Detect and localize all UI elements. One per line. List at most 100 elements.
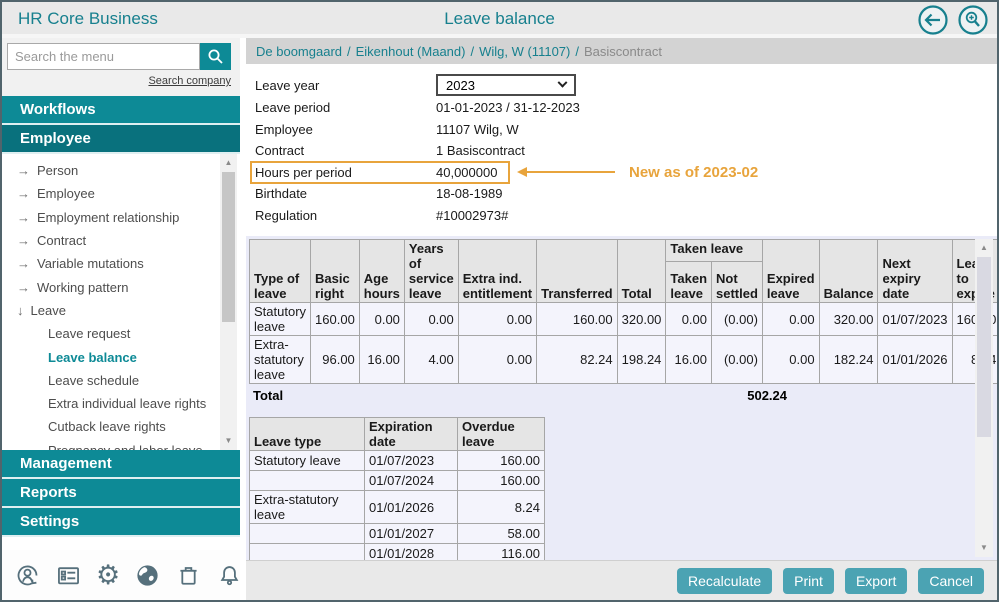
birthdate-label: Birthdate: [255, 186, 436, 201]
sidebar-section-workflows[interactable]: Workflows: [2, 96, 240, 125]
breadcrumb-separator: /: [347, 44, 351, 59]
cell: 160.00: [458, 451, 545, 471]
cell: 320.00: [819, 303, 878, 336]
scroll-up-icon[interactable]: ▲: [975, 241, 993, 255]
table-row: 01/01/2028 116.00: [250, 544, 545, 561]
globe-icon[interactable]: [134, 561, 161, 589]
cell: Extra-statutory leave: [250, 491, 365, 524]
cell: Statutory leave: [250, 451, 365, 471]
sidebar-section-settings[interactable]: Settings: [2, 508, 240, 537]
sidebar-item-contract[interactable]: → Contract: [2, 229, 240, 252]
table-row: Extra-statutory leave 01/01/2026 8.24: [250, 491, 545, 524]
sidebar-item-leave-request[interactable]: Leave request: [2, 322, 240, 345]
hours-per-period-value: 40,000000: [436, 165, 497, 180]
column-header: Basic right: [311, 240, 360, 303]
breadcrumb-link-company[interactable]: De boomgaard: [256, 44, 342, 59]
trash-icon[interactable]: [175, 561, 202, 589]
bell-icon[interactable]: [216, 561, 243, 589]
sidebar-item-employment-relationship[interactable]: →Employment relationship: [2, 206, 240, 229]
column-header: Overdue leave: [458, 418, 545, 451]
magnifier-plus-icon: [957, 4, 989, 36]
sidebar-item-leave[interactable]: ↓ Leave: [2, 299, 240, 322]
menu-scrollbar-thumb[interactable]: [222, 172, 235, 322]
menu-search-area: Search company: [2, 38, 240, 96]
footer-bar: Recalculate Print Export Cancel: [246, 560, 997, 600]
menu-item-label: Person: [37, 163, 78, 178]
table-row: Statutory leave 01/07/2023 160.00: [250, 451, 545, 471]
app-title: HR Core Business: [18, 9, 158, 29]
sidebar-item-person[interactable]: →Person: [2, 159, 240, 182]
cell: 58.00: [458, 524, 545, 544]
cell-type-of-leave: Extra-statutory leave: [250, 336, 311, 384]
overview-cards-icon[interactable]: [55, 561, 82, 589]
sidebar-item-pregnancy-and-labor-leave[interactable]: Pregnancy and labor leave: [2, 439, 240, 450]
contract-value: 1 Basiscontract: [436, 143, 525, 158]
search-company-link[interactable]: Search company: [148, 75, 231, 87]
sidebar-section-management[interactable]: Management: [2, 450, 240, 479]
sidebar-item-leave-balance[interactable]: Leave balance: [2, 345, 240, 368]
export-button[interactable]: Export: [845, 568, 907, 594]
cell: 01/07/2023: [365, 451, 458, 471]
balance-total-row: Total 502.24: [249, 384, 997, 406]
search-button[interactable]: [200, 43, 231, 70]
sidebar-item-working-pattern[interactable]: →Working pattern: [2, 275, 240, 298]
leave-year-value: 2023: [446, 78, 475, 93]
menu-item-label: Leave schedule: [48, 373, 139, 388]
sidebar-item-leave-schedule[interactable]: Leave schedule: [2, 369, 240, 392]
breadcrumb-separator: /: [470, 44, 474, 59]
menu-item-label: Contract: [37, 233, 86, 248]
cell: 8.24: [458, 491, 545, 524]
scroll-down-icon[interactable]: ▼: [975, 541, 993, 555]
sidebar-item-employee[interactable]: →Employee: [2, 182, 240, 205]
breadcrumb-link-employee[interactable]: Wilg, W (11107): [479, 44, 570, 59]
menu-item-label: Leave balance: [48, 350, 137, 365]
leave-period-value: 01-01-2023 / 31-12-2023: [436, 100, 580, 115]
back-button[interactable]: [917, 4, 949, 36]
cell: 182.24: [819, 336, 878, 384]
menu-item-label: Leave: [31, 303, 66, 318]
table-row: 01/01/2027 58.00: [250, 524, 545, 544]
column-subheader: Not settled: [712, 262, 763, 303]
tables-panel: Type of leave Basic right Age hours Year…: [246, 236, 997, 560]
search-input[interactable]: [7, 43, 200, 70]
column-header: Age hours: [359, 240, 404, 303]
cell: 0.00: [404, 303, 458, 336]
cancel-button[interactable]: Cancel: [918, 568, 984, 594]
gear-icon[interactable]: ⚙: [96, 561, 120, 589]
cell: 160.00: [311, 303, 360, 336]
print-button[interactable]: Print: [783, 568, 834, 594]
sidebar-section-employee[interactable]: Employee: [2, 125, 240, 154]
sidebar-item-extra-individual-leave-rights[interactable]: Extra individual leave rights: [2, 392, 240, 415]
chevron-down-icon: [558, 77, 568, 87]
content-scrollbar-thumb[interactable]: [977, 257, 991, 437]
breadcrumb-separator: /: [575, 44, 579, 59]
leave-year-select[interactable]: 2023: [436, 74, 576, 96]
scroll-up-icon[interactable]: ▲: [220, 156, 237, 170]
arrow-left-icon: [917, 4, 949, 36]
content-scrollbar[interactable]: ▲ ▼: [975, 239, 993, 557]
recalculate-button[interactable]: Recalculate: [677, 568, 772, 594]
employee-label: Employee: [255, 122, 436, 137]
menu-scrollbar[interactable]: ▲ ▼: [220, 154, 237, 450]
column-subheader: Taken leave: [666, 262, 712, 303]
table-row: Statutory leave 160.00 0.00 0.00 0.00 16…: [250, 303, 998, 336]
cell: 16.00: [666, 336, 712, 384]
sidebar-section-reports[interactable]: Reports: [2, 479, 240, 508]
page-title: Leave balance: [444, 9, 555, 29]
arrow-right-icon: →: [17, 233, 30, 248]
sidebar-item-cutback-leave-rights[interactable]: Cutback leave rights: [2, 415, 240, 438]
column-header: Years of service leave: [404, 240, 458, 303]
annotation-arrow-icon: [517, 167, 527, 177]
cell: 4.00: [404, 336, 458, 384]
column-header: Total: [617, 240, 666, 303]
user-sync-icon[interactable]: [14, 561, 41, 589]
annotation: New as of 2023-02: [517, 162, 758, 183]
arrow-down-icon: ↓: [17, 303, 24, 318]
top-bar: HR Core Business Leave balance: [2, 2, 997, 38]
scroll-down-icon[interactable]: ▼: [220, 434, 237, 448]
sidebar-item-variable-mutations[interactable]: →Variable mutations: [2, 252, 240, 275]
column-header: Transferred: [537, 240, 618, 303]
zoom-search-button[interactable]: [957, 4, 989, 36]
breadcrumb-link-department[interactable]: Eikenhout (Maand): [356, 44, 466, 59]
expiration-table: Leave type Expiration date Overdue leave…: [249, 417, 545, 560]
